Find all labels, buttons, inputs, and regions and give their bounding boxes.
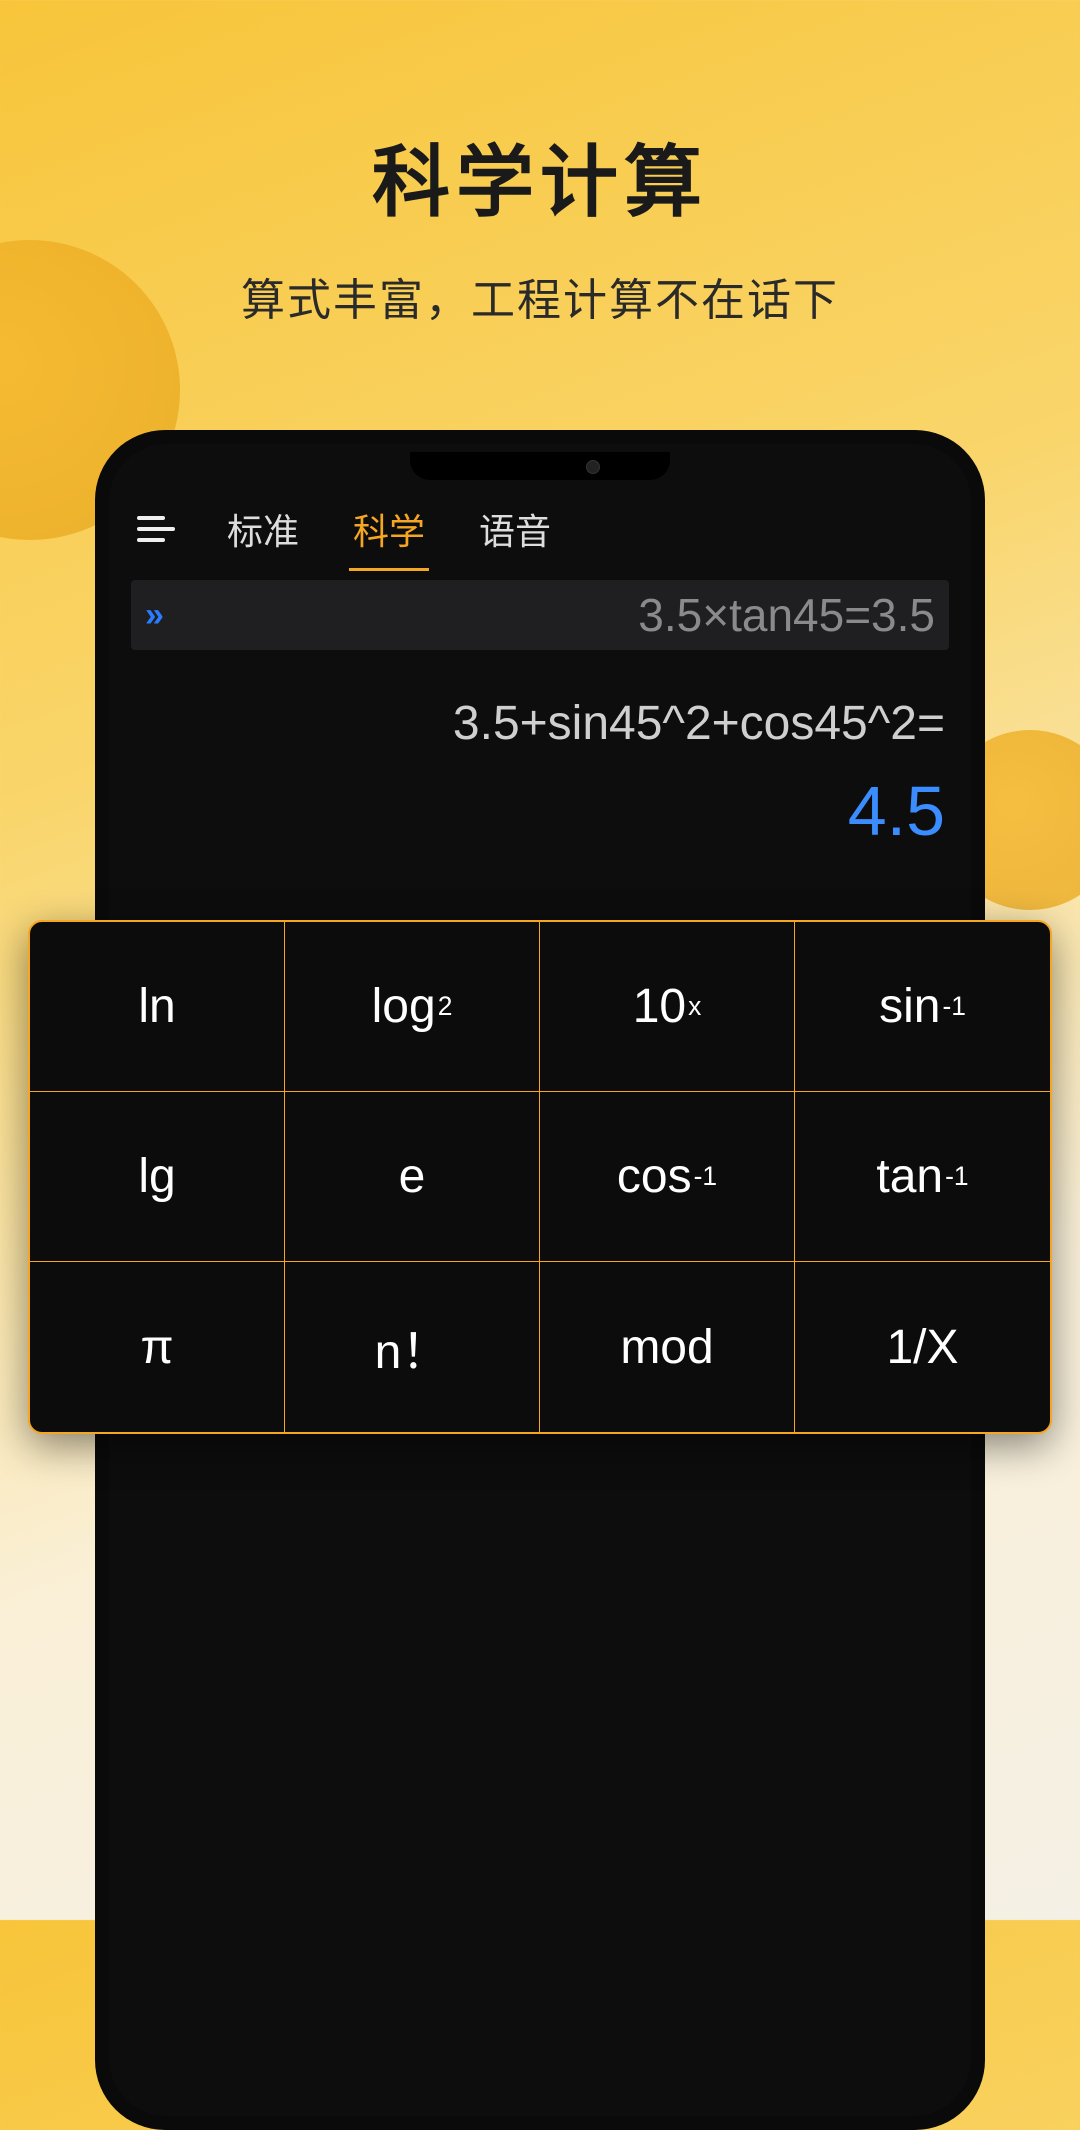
tab-voice[interactable]: 语音 — [475, 497, 555, 561]
sci-key-1/x[interactable]: 1/X — [795, 1262, 1050, 1432]
sci-key-sin-1[interactable]: sin-1 — [795, 922, 1050, 1092]
sci-key-n![interactable]: n！ — [285, 1262, 540, 1432]
history-line[interactable]: » 3.5×tan45=3.5 — [131, 580, 949, 650]
page-title: 科学计算 — [0, 120, 1080, 232]
display-area: » 3.5×tan45=3.5 3.5+sin45^2+cos45^2= 4.5 — [109, 566, 971, 859]
scientific-fn-panel: lnlog210xsin-1 lgecos-1tan-1 πn！mod1/X — [28, 920, 1052, 1434]
sci-key-ln[interactable]: ln — [30, 922, 285, 1092]
sci-key-10^x[interactable]: 10x — [540, 922, 795, 1092]
sci-key-e[interactable]: e — [285, 1092, 540, 1262]
result-display: 4.5 — [131, 771, 949, 851]
current-expression: 3.5+sin45^2+cos45^2= — [131, 690, 949, 757]
menu-icon[interactable] — [137, 516, 177, 542]
history-chevron-icon: » — [145, 596, 158, 635]
phone-notch — [410, 452, 670, 480]
sci-key-lg[interactable]: lg — [30, 1092, 285, 1262]
sci-key-cos-1[interactable]: cos-1 — [540, 1092, 795, 1262]
sci-key-log2[interactable]: log2 — [285, 922, 540, 1092]
sci-key-mod[interactable]: mod — [540, 1262, 795, 1432]
promo-header: 科学计算 算式丰富，工程计算不在话下 — [0, 0, 1080, 328]
sci-key-pi[interactable]: π — [30, 1262, 285, 1432]
tab-standard[interactable]: 标准 — [223, 497, 303, 561]
sci-key-tan-1[interactable]: tan-1 — [795, 1092, 1050, 1262]
mode-tabs: 标准 科学 语音 — [109, 492, 971, 566]
tab-scientific[interactable]: 科学 — [349, 497, 429, 561]
history-expression: 3.5×tan45=3.5 — [176, 588, 935, 642]
